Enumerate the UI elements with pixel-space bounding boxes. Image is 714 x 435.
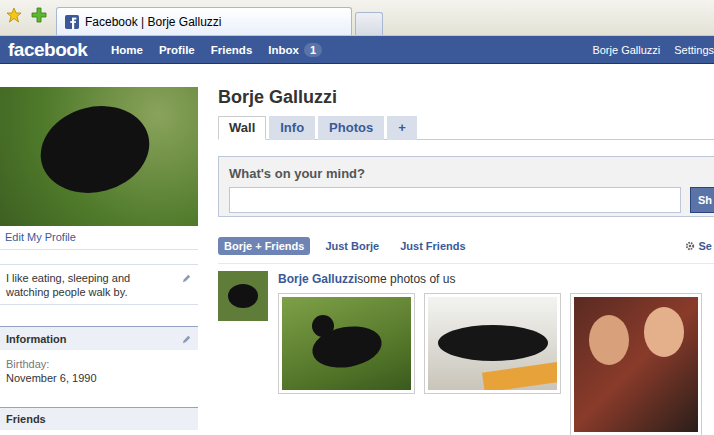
post-text: Borje Galluzzisome photos of us [278,271,714,287]
gear-icon [685,241,695,251]
facebook-favicon-icon [65,15,79,29]
bio-text: I like eating, sleeping and watching peo… [6,271,175,299]
filter-tab[interactable]: Borje + Friends [218,237,310,255]
friends-header: Friends [0,407,198,430]
post-photos [278,293,714,435]
post-photo[interactable] [278,293,415,394]
top-navigation: facebookHome Profile Friends Inbox 1 Borj… [0,36,714,64]
post-author[interactable]: Borje Galluzzi [278,272,357,286]
post-avatar[interactable] [218,271,268,321]
post-photo[interactable] [424,293,561,394]
left-sidebar: Edit My Profile I like eating, sleeping a… [0,87,198,435]
nav-menu: Home Profile Friends Inbox 1 [103,43,330,57]
information-header: Information [0,326,198,350]
wall-post: Borje Galluzzisome photos of us [218,271,714,435]
account-link[interactable]: Borje Galluzzi [592,44,660,56]
page: Facebook | Borje Galluzzi facebookHome Pr… [0,0,714,435]
nav-item[interactable]: Friends [203,43,261,57]
add-icon[interactable] [31,7,47,23]
account-link[interactable]: Settings [674,44,714,56]
field-label: Birthday: [6,357,192,371]
field-value: November 6, 1990 [6,371,192,385]
pencil-icon[interactable] [181,273,192,284]
profile-tab[interactable]: Wall [218,116,266,140]
info-field: Birthday:November 6, 1990 [0,350,198,385]
nav-item[interactable]: Home [103,43,151,57]
filter-tab[interactable]: Just Borje [319,237,385,255]
edit-profile-link[interactable]: Edit My Profile [0,226,198,250]
bio-box: I like eating, sleeping and watching peo… [0,264,198,305]
profile-name: Borje Galluzzi [218,87,714,107]
profile-tab[interactable]: + [387,116,417,140]
profile-tab[interactable]: Info [269,116,315,140]
status-input[interactable] [229,187,681,213]
status-publisher: What's on your mind? Sh [218,156,714,217]
profile-content: Edit My Profile I like eating, sleeping a… [0,64,714,435]
new-tab-button[interactable] [355,12,383,35]
nav-item[interactable]: Profile [151,43,203,57]
profile-picture[interactable] [0,87,198,226]
browser-tab-title: Facebook | Borje Galluzzi [85,15,222,29]
browser-toolbar: Facebook | Borje Galluzzi [0,0,714,36]
profile-tab[interactable]: Photos [318,116,384,140]
account-menu: Borje Galluzzi Settings [592,44,714,56]
wall-settings-link[interactable]: Se [685,240,712,252]
status-prompt: What's on your mind? [229,165,714,183]
browser-tab[interactable]: Facebook | Borje Galluzzi [56,7,352,35]
filter-tab[interactable]: Just Friends [394,237,471,255]
wall-column: Borje Galluzzi WallInfoPhotos+ What's on y… [218,87,714,435]
post-photo[interactable] [570,293,702,435]
facebook-logo[interactable]: facebook [0,39,103,61]
share-button[interactable]: Sh [690,187,714,213]
pencil-icon[interactable] [181,334,192,345]
wall-filters: Borje + Friends Just Borje Just Friends Se [218,237,714,264]
inbox-badge: 1 [304,43,322,57]
profile-tabs: WallInfoPhotos+ [218,116,714,140]
nav-item[interactable]: Inbox 1 [260,43,330,57]
star-icon[interactable] [6,7,22,23]
